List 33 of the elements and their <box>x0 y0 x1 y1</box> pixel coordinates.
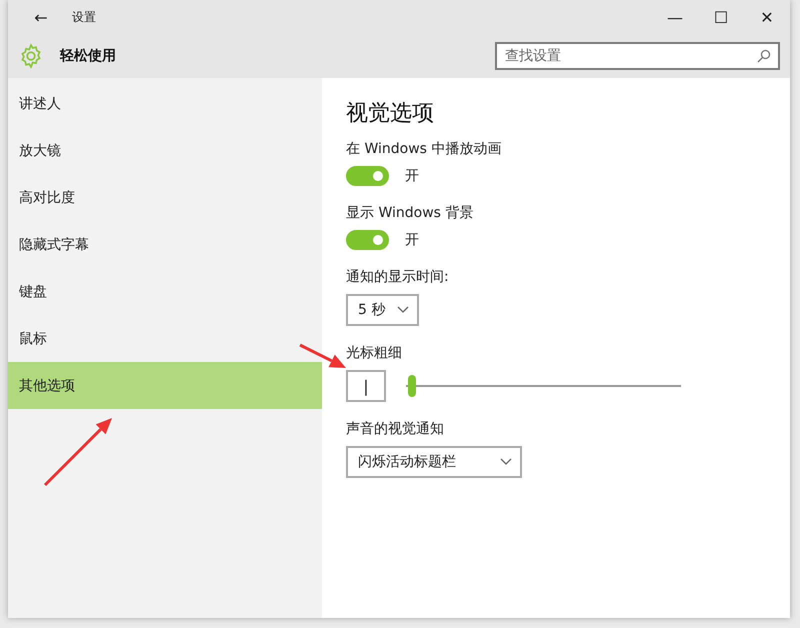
slider-thumb[interactable] <box>408 375 416 397</box>
toggle-state: 开 <box>405 167 419 185</box>
toggle-state: 开 <box>405 231 419 249</box>
search-icon <box>757 49 771 63</box>
close-button[interactable]: ✕ <box>744 0 790 34</box>
dropdown[interactable]: 5 秒 <box>346 294 420 326</box>
search-field[interactable]: 查找设置 <box>495 42 780 70</box>
sidebar-item[interactable]: 鼠标 <box>8 315 322 362</box>
toggle-switch[interactable] <box>346 166 389 186</box>
setting-label: 光标粗细 <box>346 344 403 362</box>
sidebar-item[interactable]: 其他选项 <box>8 362 322 409</box>
cursor-preview: | <box>346 370 386 402</box>
section-heading: 视觉选项 <box>346 100 435 128</box>
sidebar-item[interactable]: 讲述人 <box>8 80 322 127</box>
annotation-arrow <box>44 418 112 486</box>
setting-label: 在 Windows 中播放动画 <box>346 140 502 158</box>
setting-label: 通知的显示时间: <box>346 268 450 286</box>
sidebar-item[interactable]: 键盘 <box>8 268 322 315</box>
page-title: 轻松使用 <box>60 47 117 65</box>
annotation-arrow <box>299 344 346 368</box>
maximize-button[interactable]: ☐ <box>698 0 744 34</box>
setting-label: 显示 Windows 背景 <box>346 204 474 222</box>
window-title: 设置 <box>72 8 97 26</box>
chevron-down-icon <box>500 458 512 466</box>
sidebar-item[interactable]: 放大镜 <box>8 127 322 174</box>
chevron-down-icon <box>397 306 410 314</box>
sidebar-item[interactable]: 隐藏式字幕 <box>8 221 322 268</box>
toggle-switch[interactable] <box>346 230 389 250</box>
setting-label: 声音的视觉通知 <box>346 420 445 438</box>
back-button[interactable]: ← <box>18 0 64 34</box>
minimize-button[interactable]: — <box>652 0 698 34</box>
sidebar-item[interactable]: 高对比度 <box>8 174 322 221</box>
dropdown[interactable]: 闪烁活动标题栏 <box>346 446 522 478</box>
